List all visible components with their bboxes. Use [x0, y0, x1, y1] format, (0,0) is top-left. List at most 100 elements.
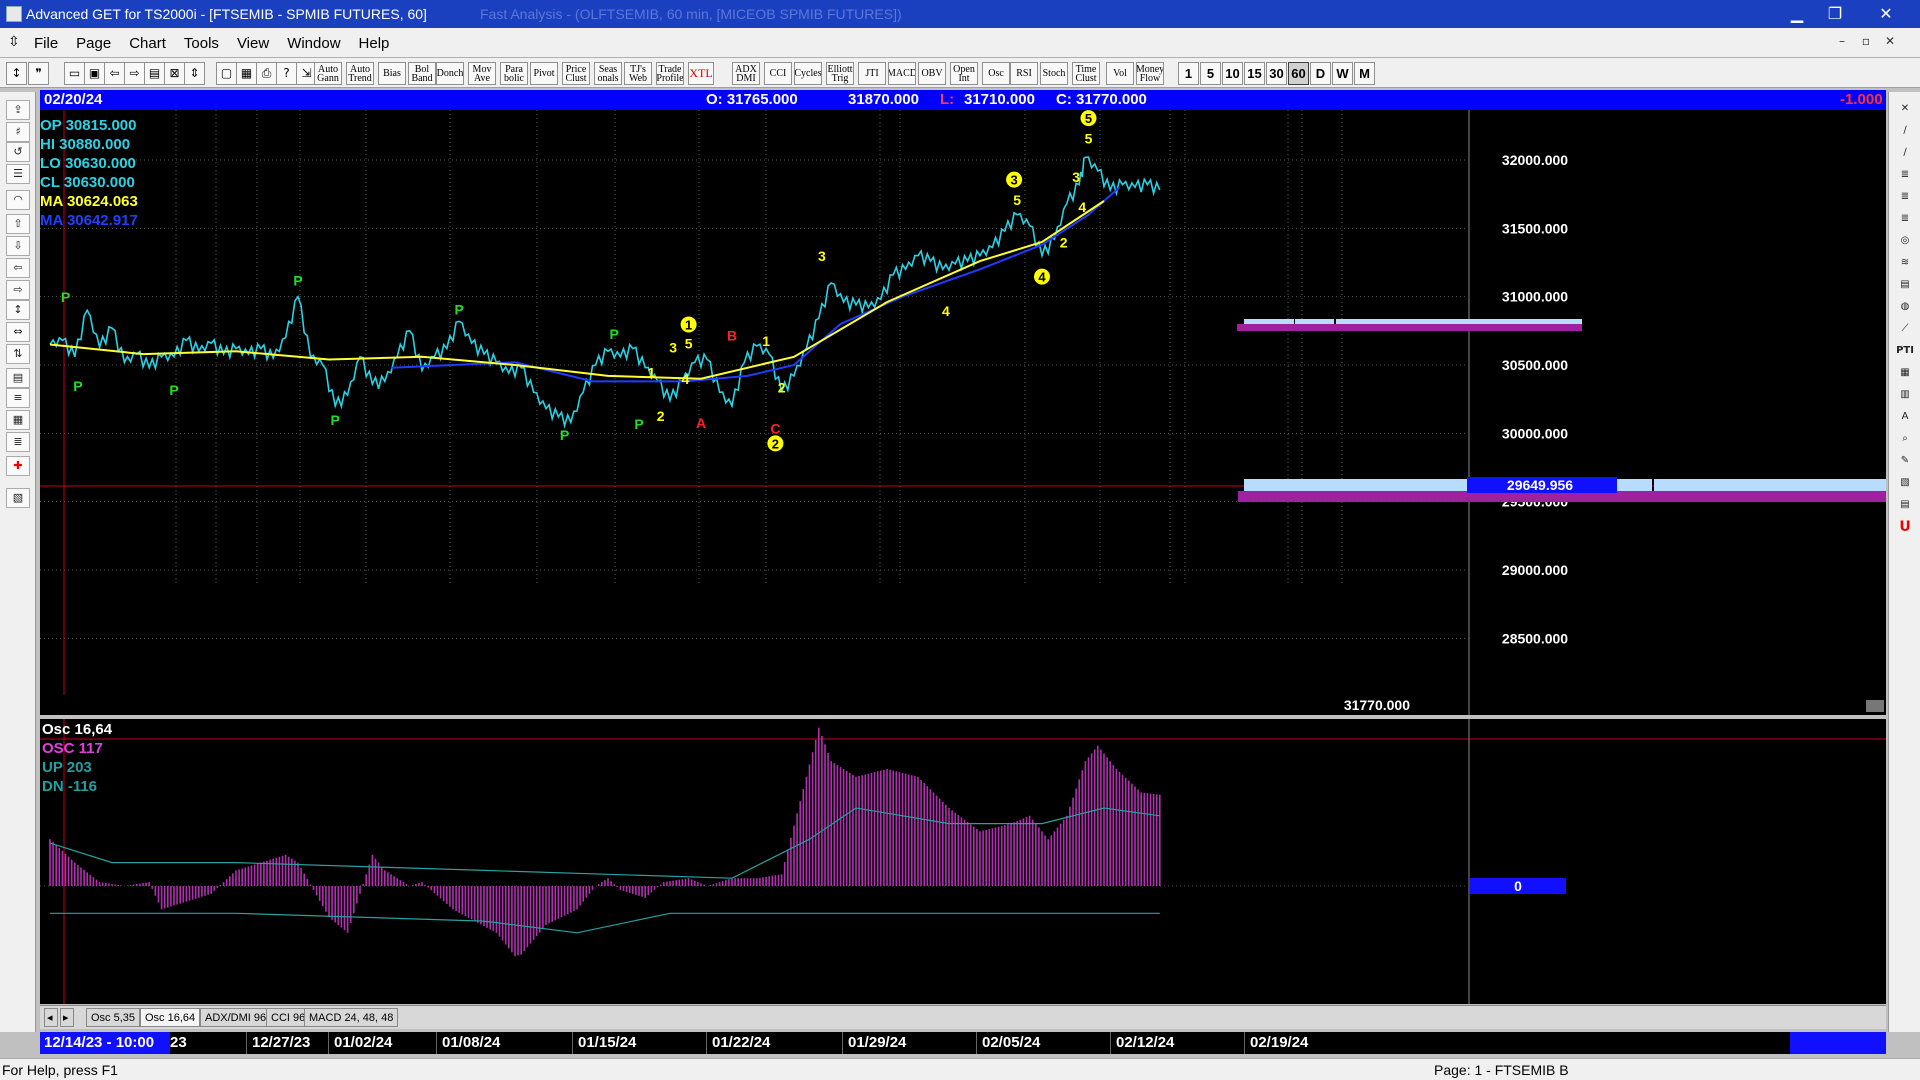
oscillator-chart[interactable]: Osc 16,64 OSC 117 UP 203 DN -116 0: [40, 719, 1886, 1004]
oscillator-chart-svg[interactable]: Osc 16,64 OSC 117 UP 203 DN -116 0: [40, 719, 1886, 1004]
trend-icon[interactable]: ⟋: [1894, 320, 1916, 340]
close-button[interactable]: ✕: [1866, 3, 1906, 25]
gann-icon[interactable]: ▦: [6, 410, 30, 430]
expand-horizontal-icon[interactable]: ⇔: [6, 322, 30, 342]
orient-icon[interactable]: ↕: [6, 62, 27, 85]
study-button-vol[interactable]: Vol: [1106, 62, 1134, 85]
study-button-rsi[interactable]: RSI: [1010, 62, 1038, 85]
study-button-elliott-trig[interactable]: Elliott Trig: [826, 62, 854, 85]
grid-tool-icon[interactable]: ▦: [1894, 364, 1916, 384]
study-button-cci[interactable]: CCI: [764, 62, 792, 85]
study-button-price-clust[interactable]: Price Clust: [562, 62, 590, 85]
back-icon[interactable]: ⇦: [104, 62, 125, 85]
price-chart[interactable]: 32000.000 31500.000 31000.000 30500.000 3000…: [40, 110, 1886, 715]
period-button-60[interactable]: 60: [1288, 62, 1309, 85]
period-button-10[interactable]: 10: [1222, 62, 1243, 85]
study-button-money-flow[interactable]: Money Flow: [1136, 62, 1164, 85]
study-button-mov-ave[interactable]: Mov Ave: [468, 62, 496, 85]
down-arrow-icon[interactable]: ⇩: [6, 236, 30, 256]
template-icon[interactable]: ▧: [1894, 474, 1916, 494]
close-tool-icon[interactable]: ✕: [1894, 100, 1916, 120]
grid-icon[interactable]: ▦: [236, 62, 257, 85]
compress-icon[interactable]: ⇅: [6, 344, 30, 364]
price-chart-svg[interactable]: 32000.000 31500.000 31000.000 30500.000 3000…: [40, 110, 1886, 715]
elliott-icon[interactable]: ◠: [6, 190, 30, 210]
help-icon[interactable]: ?: [276, 62, 297, 85]
period-button-m[interactable]: M: [1354, 62, 1375, 85]
marker-icon[interactable]: ✎: [1894, 452, 1916, 472]
study-button-cycles[interactable]: Cycles: [794, 62, 822, 85]
list-icon[interactable]: ▤: [144, 62, 165, 85]
pti-icon[interactable]: PTI: [1894, 342, 1916, 362]
table-icon[interactable]: ▤: [6, 368, 30, 388]
pencil-icon[interactable]: ∕: [1894, 122, 1916, 142]
text-tool-icon[interactable]: A: [1894, 408, 1916, 428]
mdi-restore-button[interactable]: ▫: [1856, 34, 1876, 52]
channel-icon[interactable]: ≋: [1894, 254, 1916, 274]
period-button-w[interactable]: W: [1332, 62, 1353, 85]
study-button-open-int[interactable]: Open Int: [950, 62, 978, 85]
tab-osc-5-35[interactable]: Osc 5,35: [86, 1008, 141, 1027]
print-icon[interactable]: ⎙: [256, 62, 277, 85]
menu-view[interactable]: View: [237, 35, 269, 52]
circle-icon[interactable]: ◎: [1894, 232, 1916, 252]
save-icon[interactable]: ▣: [84, 62, 105, 85]
study-button-auto-trend[interactable]: Auto Trend: [346, 62, 374, 85]
chart-corner-icon[interactable]: [1866, 700, 1884, 712]
reset-icon[interactable]: ↺: [6, 142, 30, 162]
menu-help[interactable]: Help: [359, 35, 390, 52]
period-button-d[interactable]: D: [1310, 62, 1331, 85]
expand-vertical-icon[interactable]: ↕: [6, 300, 30, 320]
period-button-5[interactable]: 5: [1200, 62, 1221, 85]
study-button-macd[interactable]: MACD: [888, 62, 916, 85]
study-button-trade-profile[interactable]: Trade Profile: [656, 62, 684, 85]
study-button-auto-gann[interactable]: Auto Gann: [314, 62, 342, 85]
right-arrow-icon[interactable]: ⇨: [6, 280, 30, 300]
new-page-icon[interactable]: ▭: [64, 62, 85, 85]
cross-icon[interactable]: ⊠: [164, 62, 185, 85]
document-icon[interactable]: ⇳: [8, 34, 20, 50]
study-button-bias[interactable]: Bias: [378, 62, 406, 85]
study-button-seas-onals[interactable]: Seas onals: [594, 62, 622, 85]
mdi-minimize-button[interactable]: –: [1832, 34, 1852, 52]
study-button-donch[interactable]: Donch: [436, 62, 464, 85]
study-button-stoch[interactable]: Stoch: [1040, 62, 1068, 85]
fib-ret-icon[interactable]: ≣: [1894, 166, 1916, 186]
box-tool-icon[interactable]: ▤: [1894, 276, 1916, 296]
mdi-close-button[interactable]: ✕: [1880, 34, 1900, 52]
tab-osc-16-64[interactable]: Osc 16,64: [140, 1008, 201, 1027]
line-icon[interactable]: ∕: [1894, 144, 1916, 164]
tab-scroll-right-icon[interactable]: ▸: [60, 1008, 74, 1027]
period-button-1[interactable]: 1: [1178, 62, 1199, 85]
fib-icon[interactable]: ≣: [6, 432, 30, 452]
study-button-obv[interactable]: OBV: [918, 62, 946, 85]
list-tool-icon[interactable]: ▤: [1894, 496, 1916, 516]
zoom-icon[interactable]: ⌕: [1894, 430, 1916, 450]
study-button-pivot[interactable]: Pivot: [530, 62, 558, 85]
menu-file[interactable]: File: [34, 35, 58, 52]
menu-window[interactable]: Window: [287, 35, 340, 52]
study-button-bol-band[interactable]: Bol Band: [408, 62, 436, 85]
undo-icon[interactable]: U: [1894, 518, 1916, 538]
quote-icon[interactable]: ❞: [28, 62, 49, 85]
left-arrow-icon[interactable]: ⇦: [6, 258, 30, 278]
study-button-xtl[interactable]: XTL: [688, 62, 714, 85]
properties-icon[interactable]: ▧: [6, 488, 30, 508]
lines-icon[interactable]: ≡: [6, 388, 30, 408]
study-button-tj-s-web[interactable]: TJ's Web: [624, 62, 652, 85]
open-icon[interactable]: ⇪: [6, 100, 30, 120]
period-button-30[interactable]: 30: [1266, 62, 1287, 85]
study-button-jti[interactable]: JTI: [858, 62, 886, 85]
study-button-adx-dmi[interactable]: ADX DMI: [732, 62, 760, 85]
maximize-button[interactable]: ❐: [1820, 3, 1850, 25]
up-arrow-icon[interactable]: ⇧: [6, 214, 30, 234]
study-button-para-bolic[interactable]: Para bolic: [500, 62, 528, 85]
resize-icon[interactable]: ⇕: [184, 62, 205, 85]
minimize-button[interactable]: ▁: [1782, 3, 1812, 25]
box-icon[interactable]: ▢: [216, 62, 237, 85]
crosshair-icon[interactable]: ✚: [6, 456, 30, 476]
menu-tools[interactable]: Tools: [184, 35, 219, 52]
tab-adx-dmi-96[interactable]: ADX/DMI 96: [200, 1008, 272, 1027]
forward-icon[interactable]: ⇨: [124, 62, 145, 85]
menu-chart[interactable]: Chart: [129, 35, 166, 52]
